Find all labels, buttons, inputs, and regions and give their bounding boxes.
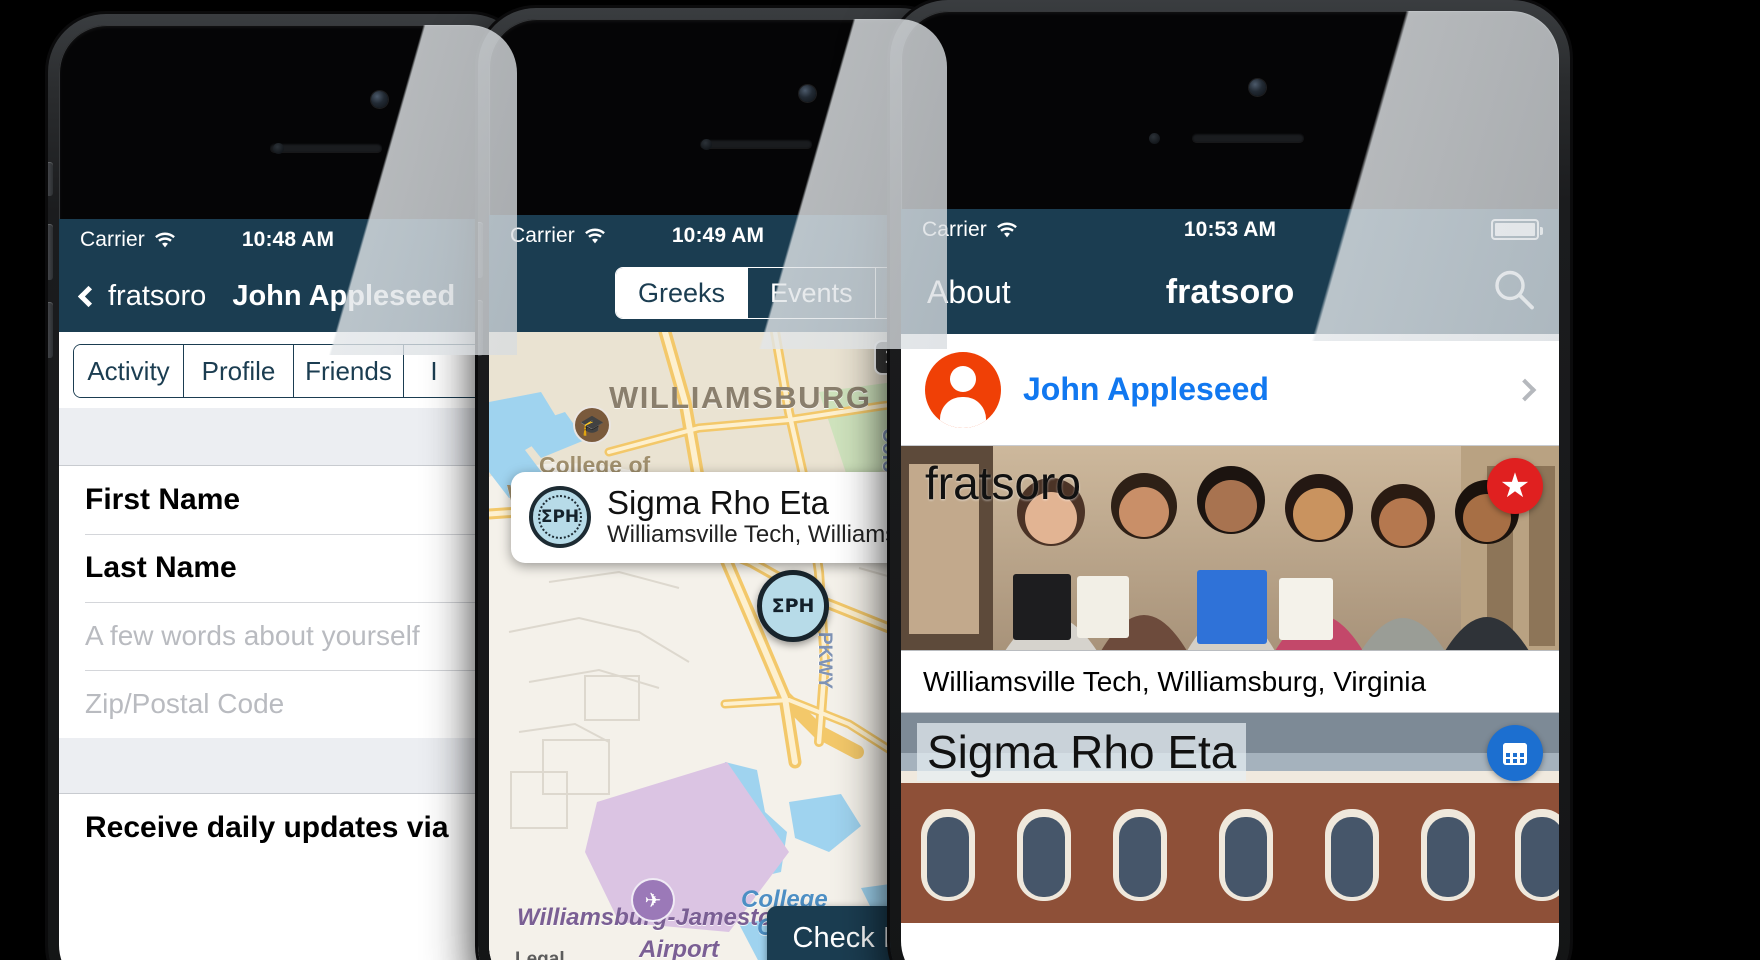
navigation-bar-2: Greeks Events Fr: [489, 256, 947, 332]
status-left-2: Carrier: [510, 224, 606, 248]
field-first-name[interactable]: First Name: [59, 466, 517, 534]
person-avatar-icon: [925, 351, 1001, 428]
tab-friends[interactable]: Friends: [294, 345, 404, 397]
status-bar-3: Carrier 10:53 AM: [901, 209, 1559, 250]
tab-activity[interactable]: Activity: [74, 345, 184, 397]
carrier-label-3: Carrier: [922, 217, 987, 241]
university-poi-icon[interactable]: 🎓: [573, 406, 611, 444]
tab-more[interactable]: I: [404, 345, 464, 397]
section-spacer: [59, 408, 517, 466]
chevron-right-icon: [1513, 378, 1537, 401]
chapter-map-pin[interactable]: ΣPH: [757, 570, 829, 642]
volume-up-button-2[interactable]: [478, 222, 483, 278]
chapter-card-title: Sigma Rho Eta: [917, 723, 1247, 781]
map-segment-control: Greeks Events Fr: [615, 267, 931, 319]
page-title: John Appleseed: [232, 279, 456, 312]
navigation-bar: fratsoro John Appleseed: [59, 260, 517, 332]
screenshot-stage: Carrier 10:48 AM fratsoro John Appleseed: [0, 0, 1760, 960]
earpiece-speaker-3: [1192, 133, 1304, 142]
earpiece-speaker: [270, 143, 382, 152]
map-label-williamsburg: WILLIAMSBURG: [609, 380, 872, 415]
field-bio[interactable]: A few words about yourself: [59, 602, 517, 670]
wifi-icon: [154, 231, 176, 248]
front-camera-3: [1249, 79, 1266, 96]
user-name: John Appleseed: [1023, 371, 1269, 407]
field-daily-updates[interactable]: Receive daily updates via: [59, 794, 517, 862]
volume-down-button-2[interactable]: [478, 300, 483, 356]
status-bar-2: Carrier 10:49 AM: [489, 215, 947, 256]
callout-text: Sigma Rho Eta Williamsville Tech, Willia…: [607, 484, 898, 549]
crest-letters: ΣPH: [771, 595, 815, 617]
wifi-icon: [996, 221, 1018, 238]
phone-middle-screen: Carrier 10:49 AM Greeks Events Fr: [489, 215, 947, 960]
star-badge-icon[interactable]: ★: [1487, 458, 1543, 514]
airport-poi-icon[interactable]: ✈: [631, 878, 675, 922]
map-label-airport: Airport: [639, 936, 719, 960]
tab-profile[interactable]: Profile: [184, 345, 294, 397]
map-callout[interactable]: ΣPH Sigma Rho Eta Williamsville Tech, Wi…: [511, 472, 941, 563]
wifi-icon: [584, 227, 606, 244]
map-label-parkway: PKWY: [814, 632, 835, 689]
tab-bar-wrap: Activity Profile Friends I: [59, 332, 517, 408]
segment-greeks[interactable]: Greeks: [616, 268, 749, 318]
volume-down-button[interactable]: [48, 302, 53, 358]
status-bar: Carrier 10:48 AM: [59, 219, 517, 260]
field-zip[interactable]: Zip/Postal Code: [59, 670, 517, 738]
daily-updates-label: Receive daily updates via: [85, 811, 449, 844]
carrier-label-2: Carrier: [510, 223, 575, 247]
callout-subtitle: Williamsville Tech, Williams: [607, 520, 898, 548]
org-banner-title: fratsoro: [925, 457, 1081, 509]
org-location: Williamsville Tech, Williamsburg, Virgin…: [901, 651, 1559, 713]
status-time-3: 10:53 AM: [1183, 217, 1277, 241]
status-left-3: Carrier: [922, 218, 1018, 242]
status-right-3: [1491, 219, 1543, 240]
org-banner[interactable]: fratsoro ★: [901, 446, 1559, 651]
earpiece-speaker-2: [700, 139, 812, 148]
tab-bar: Activity Profile Friends I: [73, 344, 503, 398]
chevron-left-icon: [77, 285, 100, 307]
mute-switch[interactable]: [48, 162, 53, 196]
proximity-sensor-2: [701, 139, 712, 150]
zip-placeholder: Zip/Postal Code: [85, 688, 285, 719]
chapter-card[interactable]: Sigma Rho Eta: [901, 713, 1559, 923]
volume-up-button[interactable]: [48, 224, 53, 280]
phone-middle: Carrier 10:49 AM Greeks Events Fr: [478, 8, 958, 960]
phone-left-screen: Carrier 10:48 AM fratsoro John Appleseed: [59, 219, 517, 960]
page-title-3: fratsoro: [1165, 272, 1295, 311]
front-camera: [371, 91, 388, 108]
search-icon[interactable]: [1491, 267, 1537, 318]
segment-events[interactable]: Events: [748, 268, 876, 318]
battery-full-icon: [1491, 219, 1543, 240]
phone-right: Carrier 10:53 AM About fratsoro John App…: [890, 0, 1570, 960]
callout-title: Sigma Rho Eta: [607, 484, 829, 521]
status-left: Carrier: [80, 228, 176, 252]
navigation-bar-3: About fratsoro: [901, 250, 1559, 334]
chapter-crest-icon: ΣPH: [529, 486, 591, 549]
map-view[interactable]: WILLIAMSBURG College of William and Mary…: [489, 332, 947, 960]
last-name-label: Last Name: [85, 551, 237, 584]
bio-placeholder: A few words about yourself: [85, 620, 420, 651]
back-label: fratsoro: [108, 279, 207, 312]
carrier-label: Carrier: [80, 227, 145, 251]
status-time: 10:48 AM: [241, 227, 335, 251]
proximity-sensor: [273, 143, 284, 154]
status-time-2: 10:49 AM: [671, 223, 765, 247]
user-row[interactable]: John Appleseed: [901, 334, 1559, 446]
back-button[interactable]: fratsoro: [77, 279, 207, 313]
first-name-label: First Name: [85, 483, 241, 516]
phone-left: Carrier 10:48 AM fratsoro John Appleseed: [48, 14, 528, 960]
crest-letters: ΣPH: [540, 507, 580, 528]
section-spacer-2: [59, 738, 517, 794]
calendar-badge-icon[interactable]: [1487, 725, 1543, 781]
about-button[interactable]: About: [927, 274, 1011, 311]
proximity-sensor-3: [1149, 133, 1160, 144]
phone-right-screen: Carrier 10:53 AM About fratsoro John App…: [901, 209, 1559, 960]
field-last-name[interactable]: Last Name: [59, 534, 517, 602]
front-camera-2: [799, 85, 816, 102]
map-legal-link[interactable]: Legal: [515, 949, 565, 960]
